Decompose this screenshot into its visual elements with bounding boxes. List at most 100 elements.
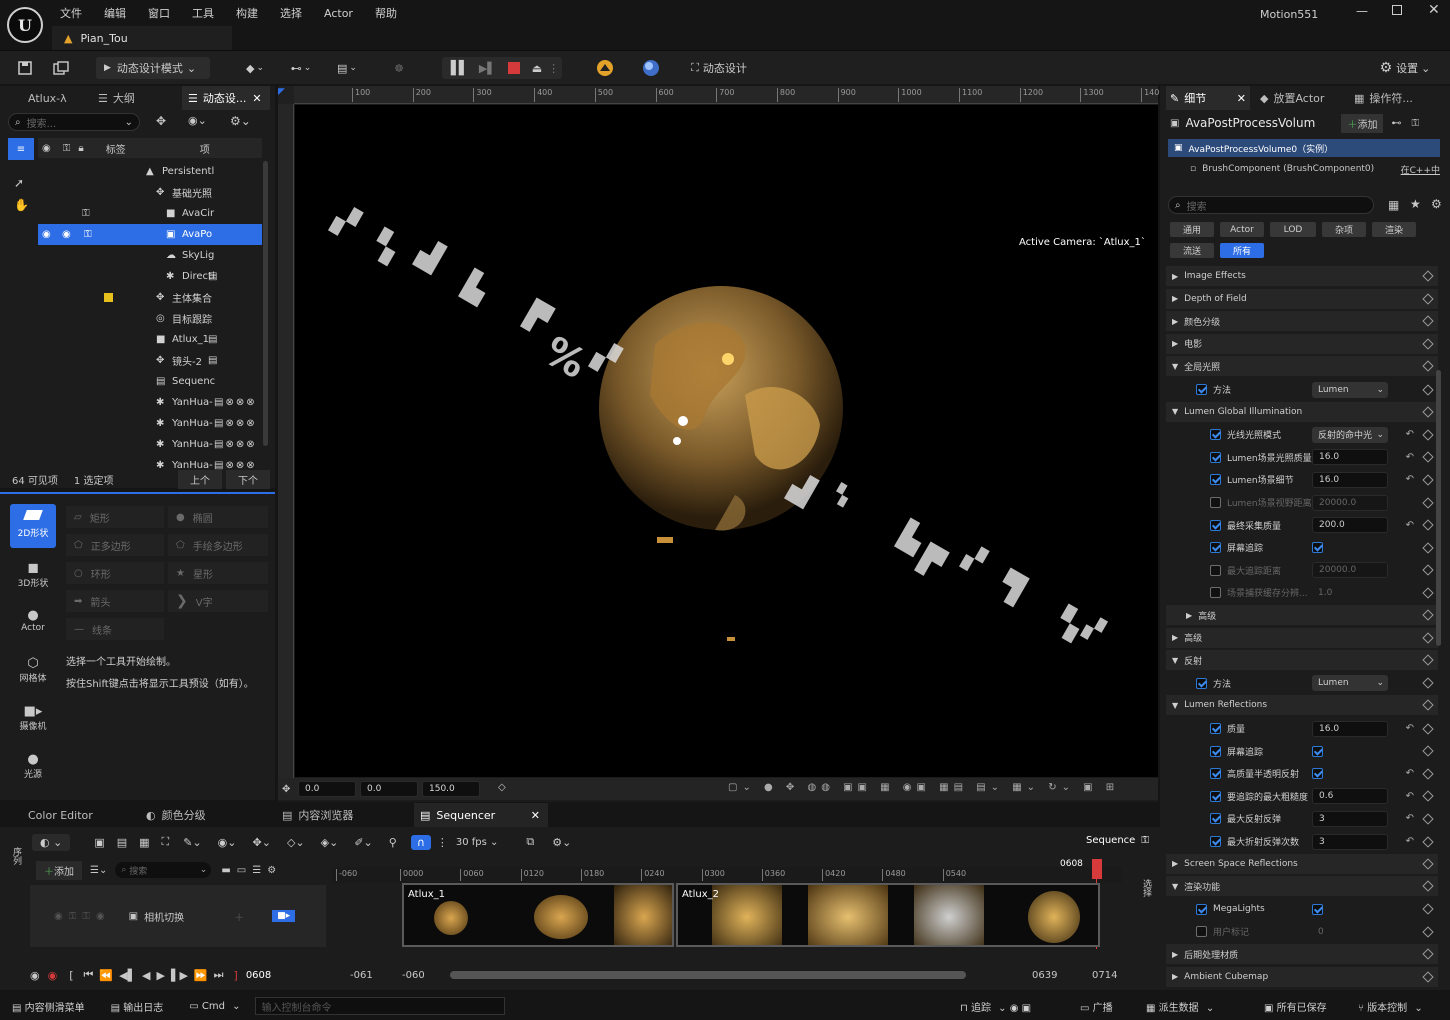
- override-checkbox[interactable]: [1210, 790, 1221, 802]
- world-dropdown[interactable]: ◐ ⌄: [32, 833, 71, 851]
- property-dropdown[interactable]: Lumen ⌄: [1312, 675, 1388, 692]
- value-field-1[interactable]: 0.0: [298, 781, 356, 797]
- keyframe-icon[interactable]: [1422, 451, 1434, 463]
- details-section[interactable]: ▶ 电影: [1166, 333, 1438, 354]
- tab-outliner[interactable]: ☰ 大纲: [98, 86, 178, 110]
- playhead-label[interactable]: 0608: [1060, 859, 1083, 869]
- keyframe-icon[interactable]: [1422, 631, 1434, 644]
- details-section[interactable]: ▶ 高级: [1166, 605, 1438, 625]
- keyframe-icon[interactable]: [1422, 587, 1434, 599]
- tab-details[interactable]: ✎ 细节 ✕: [1166, 86, 1250, 110]
- component-row[interactable]: ▫ BrushComponent (BrushComponent0) 在C++中: [1190, 160, 1440, 178]
- keyframe-icon[interactable]: [1422, 564, 1434, 576]
- eye-col-icon[interactable]: ◉: [42, 143, 51, 154]
- add-key-icon[interactable]: ＋: [234, 909, 244, 924]
- save-icon[interactable]: ▣: [94, 836, 104, 849]
- keyframe-icon[interactable]: [1422, 474, 1434, 486]
- hand-tool-icon[interactable]: ✋: [14, 198, 29, 212]
- tool-ellipse[interactable]: ● 椭圆: [168, 506, 268, 528]
- marker-icon[interactable]: ⚲: [389, 836, 397, 849]
- details-section[interactable]: ▶ 后期处理材质: [1166, 944, 1438, 964]
- add-actor-icon[interactable]: ◆ ⌄: [238, 57, 272, 79]
- lock-col-icon[interactable]: ⚿: [63, 143, 71, 154]
- keyframe-icon[interactable]: [1422, 768, 1434, 780]
- add-component-button[interactable]: ＋添加: [1341, 113, 1384, 133]
- pen-icon[interactable]: ✐⌄: [354, 836, 372, 849]
- track-search[interactable]: ⌕ 搜索 ⌄: [115, 862, 212, 878]
- keyframe-icon[interactable]: [1422, 926, 1434, 938]
- keyframe-icon[interactable]: [1422, 338, 1434, 350]
- keyframe-icon[interactable]: [1422, 903, 1434, 915]
- derived-data-button[interactable]: ▦ 派生数据 ⌄: [1146, 999, 1214, 1014]
- current-frame[interactable]: 0608: [246, 970, 271, 981]
- value-field-2[interactable]: 0.0: [360, 781, 418, 797]
- menu-select[interactable]: 选择: [280, 5, 302, 21]
- save-icon[interactable]: [14, 57, 36, 79]
- property-number-field[interactable]: 16.0: [1312, 449, 1388, 466]
- outliner-row[interactable]: ⚿ ■ AvaCir: [38, 203, 262, 224]
- keyframe-icon[interactable]: [1422, 360, 1434, 373]
- filter-rendering[interactable]: 渲染: [1372, 222, 1416, 237]
- add-track-button[interactable]: ＋添加: [36, 860, 82, 880]
- go-to-end-icon[interactable]: ⏭: [214, 968, 224, 982]
- broadcast-button[interactable]: ▭ 广播: [1080, 999, 1117, 1014]
- override-checkbox[interactable]: [1210, 429, 1221, 441]
- minimize-button[interactable]: —: [1356, 4, 1370, 18]
- settings-button[interactable]: ⚙ 设置 ⌄: [1376, 57, 1434, 79]
- step-icon[interactable]: ▶▌: [479, 62, 496, 75]
- reset-icon[interactable]: ↶: [1406, 520, 1414, 531]
- property-checkbox[interactable]: [1312, 542, 1323, 554]
- override-checkbox[interactable]: [1210, 587, 1221, 599]
- tab-motion-design[interactable]: ☰ 动态设... ✕: [182, 86, 270, 110]
- category-mesh[interactable]: ⬡ 网格体: [10, 656, 56, 684]
- details-section[interactable]: ▼ Lumen Global Illumination: [1166, 401, 1438, 422]
- eye-icon[interactable]: ◉: [42, 229, 51, 240]
- outliner-row[interactable]: ✥ 镜头-2 ▤: [38, 350, 262, 371]
- table-view-icon[interactable]: ▦: [1388, 198, 1399, 212]
- override-checkbox[interactable]: [1210, 836, 1221, 847]
- menu-tools[interactable]: 工具: [192, 5, 214, 21]
- reset-icon[interactable]: ↶: [1406, 452, 1414, 463]
- outliner-row[interactable]: ✥ 基础光照: [38, 182, 262, 203]
- reset-icon[interactable]: ↶: [1406, 836, 1414, 847]
- reset-icon[interactable]: ↶: [1406, 474, 1414, 485]
- reset-icon[interactable]: ↶: [1406, 768, 1414, 779]
- menu-window[interactable]: 窗口: [148, 5, 170, 21]
- category-light[interactable]: ● 光源: [10, 752, 56, 780]
- details-section[interactable]: ▼ 渲染功能: [1166, 876, 1438, 897]
- camera-track-button[interactable]: ■▸: [272, 910, 296, 922]
- output-log-button[interactable]: ▤ 输出日志: [111, 999, 168, 1014]
- transform-icon[interactable]: ✥⌄: [253, 836, 271, 849]
- tab-sequencer[interactable]: ▤ Sequencer ✕: [414, 803, 548, 827]
- eye-icon[interactable]: ◉⌄: [188, 114, 207, 127]
- go-start-bracket-icon[interactable]: [: [69, 969, 73, 982]
- tool-rectangle[interactable]: ▱ 矩形: [66, 506, 164, 528]
- override-checkbox[interactable]: [1210, 519, 1221, 531]
- override-checkbox[interactable]: [1210, 768, 1221, 780]
- tool-polygon[interactable]: ⬠ 正多边形: [66, 534, 164, 556]
- outliner-row[interactable]: ☁ SkyLig: [38, 245, 262, 266]
- cmd-dropdown[interactable]: ▭ Cmd ⌄: [189, 1001, 240, 1012]
- property-dropdown[interactable]: Lumen ⌄: [1312, 381, 1388, 398]
- unreal-logo[interactable]: U: [7, 7, 43, 43]
- cinematics-icon[interactable]: ▤ ⌄: [330, 57, 364, 79]
- menu-help[interactable]: 帮助: [375, 5, 397, 21]
- actions-icon[interactable]: ⛶: [162, 835, 170, 849]
- end-out-field[interactable]: 0714: [1092, 970, 1117, 981]
- view-start-field[interactable]: -060: [402, 970, 425, 981]
- gear-icon[interactable]: ⚙⌄: [552, 836, 571, 849]
- outliner-row[interactable]: ◉ ◉ ⚿ ▣ AvaPo: [38, 224, 262, 245]
- globe-object[interactable]: [595, 275, 855, 545]
- tab-color-editor[interactable]: Color Editor: [28, 803, 93, 827]
- property-dropdown[interactable]: 反射的命中光 ⌄: [1312, 426, 1388, 443]
- reset-icon[interactable]: ↶: [1406, 813, 1414, 824]
- property-number-field[interactable]: 16.0: [1312, 471, 1388, 488]
- pause-icon[interactable]: ▌▌: [451, 61, 469, 76]
- play-reverse-icon[interactable]: ◀: [142, 969, 150, 982]
- details-section[interactable]: ▼ 反射: [1166, 650, 1438, 671]
- filter-streaming[interactable]: 流送: [1170, 243, 1214, 258]
- lock-icon[interactable]: ⚿: [84, 229, 92, 240]
- render-icon[interactable]: [594, 57, 616, 79]
- keyframe-icon[interactable]: [1422, 519, 1434, 531]
- filter-icon[interactable]: ☰⌄: [90, 865, 107, 876]
